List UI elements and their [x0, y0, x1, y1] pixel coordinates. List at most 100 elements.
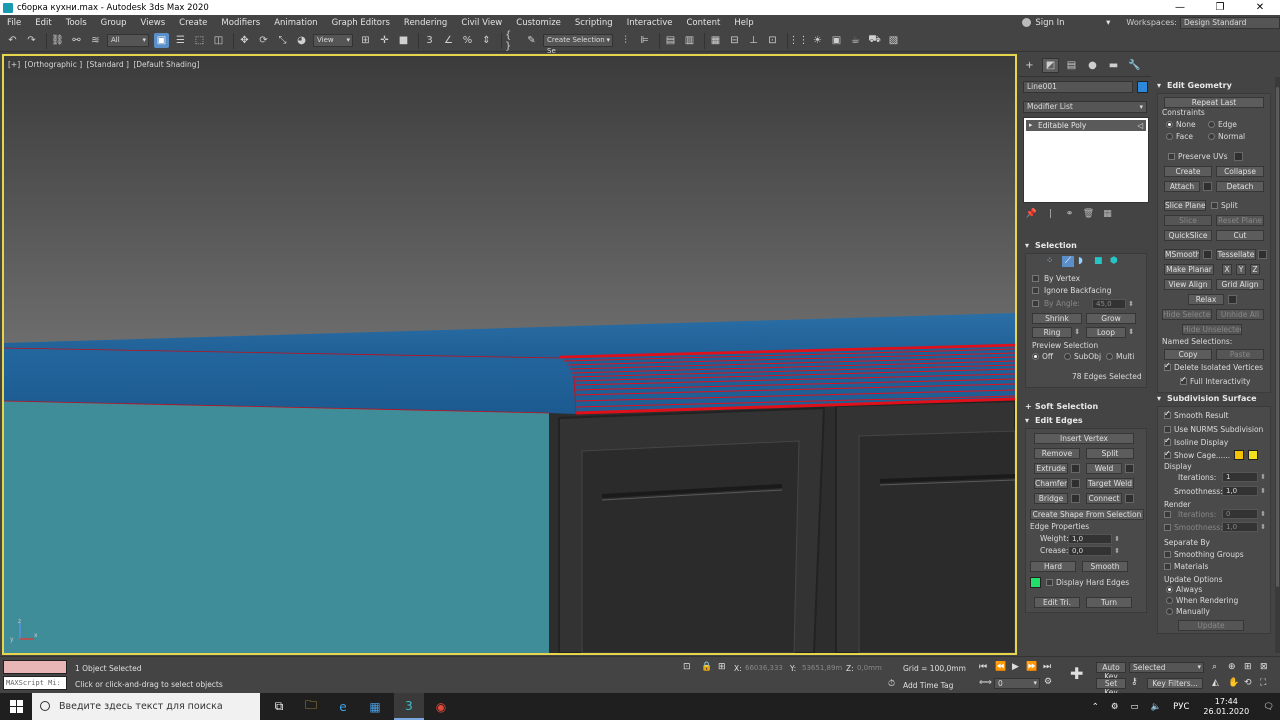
target-weld-button[interactable]: Target Weld [1086, 478, 1134, 489]
make-planar-button[interactable]: Make Planar [1164, 264, 1214, 275]
render-iterations-spinner[interactable]: 0 [1222, 509, 1266, 519]
set-key-big-icon[interactable]: ✚ [1070, 664, 1083, 683]
extrude-settings-icon[interactable] [1071, 464, 1080, 473]
dope-sheet-icon[interactable]: ⊥ [746, 33, 761, 48]
edit-edges-rollout-header[interactable]: Edit Edges [1021, 414, 1149, 427]
menu-graph-editors[interactable]: Graph Editors [325, 18, 397, 28]
hierarchy-tab-icon[interactable]: ▤ [1063, 58, 1080, 73]
crease-spinner[interactable]: 0,0 [1068, 546, 1120, 556]
select-object-icon[interactable]: ▣ [154, 33, 169, 48]
snap-toggle-icon[interactable]: 3 [422, 33, 437, 48]
notifications-icon[interactable]: 🗨 [1263, 702, 1274, 712]
by-angle-spinner[interactable]: 45,0 [1092, 299, 1134, 309]
render-smoothness-spinner[interactable]: 1,0 [1222, 522, 1266, 532]
zoom-extents-all-icon[interactable]: ⊠ [1260, 662, 1268, 672]
spinner-snap-icon[interactable]: ⇕ [479, 33, 494, 48]
redo-icon[interactable]: ↷ [24, 33, 39, 48]
preview-subobj-radio[interactable] [1064, 353, 1071, 360]
play-icon[interactable]: ▶ [1012, 662, 1019, 672]
ring-button[interactable]: Ring [1032, 327, 1072, 338]
reference-coordinate-dropdown[interactable]: View [313, 34, 353, 47]
schematic-view-icon[interactable]: ⊡ [765, 33, 780, 48]
weld-settings-icon[interactable] [1125, 464, 1134, 473]
by-angle-checkbox[interactable] [1032, 300, 1039, 307]
menu-content[interactable]: Content [680, 18, 728, 28]
chamfer-button[interactable]: Chamfer [1034, 478, 1068, 489]
viewport-orthographic[interactable]: [+] [Orthographic ] [Standard ] [Default… [2, 54, 1017, 655]
viewport-menu[interactable]: [+] [8, 60, 20, 69]
pan-icon[interactable]: ✋ [1228, 678, 1239, 688]
windows-start-icon[interactable] [10, 700, 24, 714]
keyboard-shortcut-icon[interactable]: ■ [396, 33, 411, 48]
next-frame-icon[interactable]: ⏩ [1026, 662, 1037, 672]
loop-button[interactable]: Loop [1086, 327, 1126, 338]
key-mode-icon[interactable]: ⟺ [979, 678, 992, 688]
scene-explorer-icon[interactable]: ▤ [663, 33, 678, 48]
menu-animation[interactable]: Animation [267, 18, 324, 28]
stack-entry-editable-poly[interactable]: Editable Poly ◁ [1026, 120, 1146, 131]
slice-plane-button[interactable]: Slice Plane [1164, 200, 1206, 211]
selection-rollout-header[interactable]: Selection [1021, 239, 1149, 252]
manipulate-icon[interactable]: ✛ [377, 33, 392, 48]
extrude-button[interactable]: Extrude [1034, 463, 1068, 474]
modifier-list-dropdown[interactable]: Modifier List [1023, 101, 1147, 113]
turn-button[interactable]: Turn [1086, 597, 1132, 608]
align-icon[interactable]: ⊫ [637, 33, 652, 48]
selection-filter-dropdown[interactable]: All [107, 34, 149, 47]
go-to-end-icon[interactable]: ⏭ [1043, 662, 1051, 672]
bind-space-warp-icon[interactable]: ≋ [88, 33, 103, 48]
menu-scripting[interactable]: Scripting [568, 18, 620, 28]
menu-rendering[interactable]: Rendering [397, 18, 454, 28]
bridge-settings-icon[interactable] [1071, 494, 1080, 503]
iterations-spinner[interactable]: 1 [1222, 472, 1266, 482]
lock-selection-icon[interactable]: 🔒 [701, 662, 712, 672]
menu-edit[interactable]: Edit [28, 18, 58, 28]
bridge-button[interactable]: Bridge [1034, 493, 1068, 504]
modify-tab-icon[interactable]: ◩ [1042, 58, 1059, 73]
render-smoothness-checkbox[interactable] [1164, 524, 1171, 531]
scale-icon[interactable]: ⤡ [275, 33, 290, 48]
update-when-rendering-radio[interactable] [1166, 597, 1173, 604]
menu-help[interactable]: Help [727, 18, 760, 28]
constraint-normal-radio[interactable] [1208, 133, 1215, 140]
rendered-frame-icon[interactable]: ▣ [829, 33, 844, 48]
rotate-icon[interactable]: ⟳ [256, 33, 271, 48]
menu-interactive[interactable]: Interactive [620, 18, 680, 28]
relax-button[interactable]: Relax [1188, 294, 1224, 305]
edge-mode-icon[interactable]: ⟋ [1062, 256, 1074, 267]
utilities-tab-icon[interactable]: 🔧 [1126, 58, 1143, 73]
placement-icon[interactable]: ◕ [294, 33, 309, 48]
preview-multi-radio[interactable] [1106, 353, 1113, 360]
edge-browser-icon[interactable]: e [328, 693, 358, 720]
smoothing-groups-checkbox[interactable] [1164, 551, 1171, 558]
materials-checkbox[interactable] [1164, 563, 1171, 570]
region-select-icon[interactable]: ⬚ [192, 33, 207, 48]
loop-spinner-icon[interactable]: ⬍ [1128, 327, 1134, 336]
time-config-icon[interactable]: ⚙ [1044, 677, 1052, 687]
cage-color-swatch-2[interactable] [1248, 450, 1258, 460]
configure-modifier-sets-icon[interactable]: ▦ [1101, 208, 1114, 220]
hard-button[interactable]: Hard [1030, 561, 1076, 572]
menu-group[interactable]: Group [94, 18, 134, 28]
viewport-shading[interactable]: [Default Shading] [133, 60, 199, 69]
unlink-icon[interactable]: ⚯ [69, 33, 84, 48]
window-crossing-icon[interactable]: ◫ [211, 33, 226, 48]
set-key-button[interactable]: Set Key [1096, 678, 1126, 697]
edit-geometry-rollout-header[interactable]: Edit Geometry [1153, 79, 1273, 92]
border-mode-icon[interactable]: ◗ [1078, 256, 1090, 267]
key-filters-button[interactable]: Key Filters... [1147, 678, 1203, 689]
hide-unselected-button[interactable]: Hide Unselected [1182, 324, 1242, 335]
preserve-uvs-checkbox[interactable] [1168, 153, 1175, 160]
connect-settings-icon[interactable] [1125, 494, 1134, 503]
repeat-last-button[interactable]: Repeat Last [1164, 97, 1264, 108]
link-icon[interactable]: ⛓ [50, 33, 65, 48]
render-iterations-checkbox[interactable] [1164, 511, 1171, 518]
viewport-standard[interactable]: [Standard ] [87, 60, 129, 69]
make-planar-x-button[interactable]: X [1222, 264, 1232, 275]
layer-explorer-icon[interactable]: ▥ [682, 33, 697, 48]
workspace-select[interactable]: Design Standard [1180, 16, 1280, 29]
make-unique-icon[interactable]: ⚭ [1063, 208, 1076, 220]
show-end-result-icon[interactable]: ❘ [1044, 208, 1057, 220]
minimize-button[interactable]: — [1160, 0, 1200, 15]
move-icon[interactable]: ✥ [237, 33, 252, 48]
